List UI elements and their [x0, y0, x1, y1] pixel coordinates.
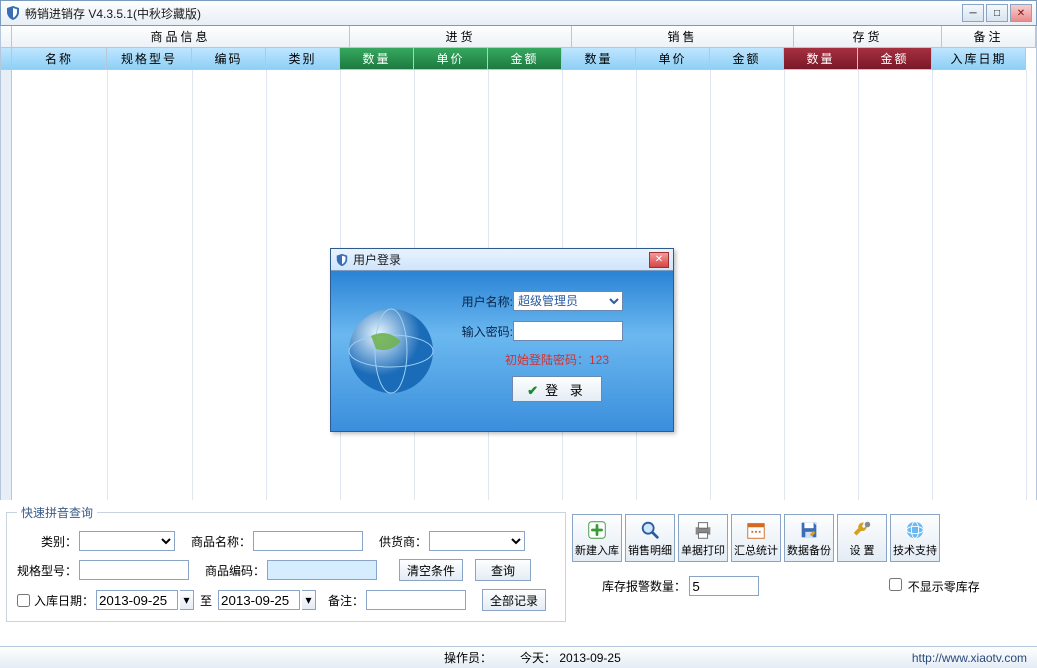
toolbtn-label: 单据打印 — [681, 542, 725, 558]
date-to-picker-icon[interactable]: ▾ — [302, 590, 316, 610]
column-header[interactable]: 金额 — [858, 48, 932, 70]
login-button[interactable]: ✔登 录 — [512, 376, 602, 402]
minimize-button[interactable]: ─ — [962, 4, 984, 22]
calendar-icon — [745, 519, 767, 541]
date-label: 入库日期： — [34, 592, 94, 609]
query-button[interactable]: 查询 — [475, 559, 531, 581]
date-checkbox[interactable] — [17, 594, 30, 607]
remark-label: 备注： — [328, 592, 364, 609]
supplier-label: 供货商： — [379, 533, 427, 550]
column-group: 备注 — [942, 26, 1036, 48]
column-header[interactable]: 金额 — [488, 48, 562, 70]
column-group: 进货 — [350, 26, 572, 48]
dialog-close-button[interactable]: ✕ — [649, 252, 669, 268]
print-button[interactable]: 单据打印 — [678, 514, 728, 562]
quick-search-panel: 快速拼音查询 类别： 商品名称： 供货商： 规格型号： 商品编码： 清空条件 查… — [6, 504, 566, 622]
all-records-button[interactable]: 全部记录 — [482, 589, 546, 611]
username-select[interactable]: 超级管理员 — [513, 291, 623, 311]
support-button[interactable]: 技术支持 — [890, 514, 940, 562]
product-name-input[interactable] — [253, 531, 363, 551]
magnifier-icon — [639, 519, 661, 541]
hide-zero-label: 不显示零库存 — [908, 580, 980, 594]
stat-button[interactable]: 汇总统计 — [731, 514, 781, 562]
dialog-app-icon — [335, 253, 349, 267]
toolbtn-label: 销售明细 — [628, 542, 672, 558]
column-header[interactable]: 单价 — [414, 48, 488, 70]
column-header[interactable]: 金额 — [710, 48, 784, 70]
column-header[interactable]: 数量 — [562, 48, 636, 70]
hide-zero-checkbox[interactable] — [889, 578, 902, 591]
login-dialog: 用户登录 ✕ 用户名称: 超级管理员 输入密码: 初始登陆 — [330, 248, 674, 432]
column-header[interactable]: 规格型号 — [107, 48, 192, 70]
operator-label: 操作员： — [444, 651, 492, 665]
wrench-icon — [851, 519, 873, 541]
dialog-title: 用户登录 — [353, 251, 649, 268]
password-label: 输入密码: — [455, 323, 513, 340]
column-group: 存货 — [794, 26, 942, 48]
column-header[interactable]: 入库日期 — [932, 48, 1026, 70]
column-header[interactable]: 单价 — [636, 48, 710, 70]
code-input[interactable] — [267, 560, 377, 580]
toolbtn-label: 技术支持 — [893, 542, 937, 558]
close-button[interactable]: ✕ — [1010, 4, 1032, 22]
date-from-input[interactable] — [96, 590, 178, 610]
plus-icon — [586, 519, 608, 541]
password-input[interactable] — [513, 321, 623, 341]
window-titlebar: 畅销进销存 V4.3.5.1(中秋珍藏版) ─ □ ✕ — [0, 0, 1037, 26]
printer-icon — [692, 519, 714, 541]
globe-icon — [904, 519, 926, 541]
column-group: 销售 — [572, 26, 794, 48]
remark-input[interactable] — [366, 590, 466, 610]
product-name-label: 商品名称： — [191, 533, 251, 550]
settings-button[interactable]: 设 置 — [837, 514, 887, 562]
toolbtn-label: 汇总统计 — [734, 542, 778, 558]
category-label: 类别： — [17, 533, 77, 550]
column-header[interactable]: 类别 — [266, 48, 340, 70]
quick-search-legend: 快速拼音查询 — [17, 504, 97, 521]
clear-button[interactable]: 清空条件 — [399, 559, 463, 581]
maximize-button[interactable]: □ — [986, 4, 1008, 22]
spec-label: 规格型号： — [17, 562, 77, 579]
column-header[interactable]: 名称 — [12, 48, 107, 70]
date-to-label: 至 — [200, 592, 212, 609]
new-button[interactable]: 新建入库 — [572, 514, 622, 562]
category-select[interactable] — [79, 531, 175, 551]
supplier-select[interactable] — [429, 531, 525, 551]
login-globe-image — [331, 271, 451, 431]
app-icon — [5, 5, 21, 21]
toolbtn-label: 设 置 — [849, 542, 874, 558]
window-title: 畅销进销存 V4.3.5.1(中秋珍藏版) — [25, 5, 962, 22]
column-header[interactable]: 数量 — [340, 48, 414, 70]
column-header[interactable]: 数量 — [784, 48, 858, 70]
status-url: http://www.xiaotv.com — [912, 651, 1027, 665]
stock-warn-input[interactable] — [689, 576, 759, 596]
username-label: 用户名称: — [455, 293, 513, 310]
column-header[interactable]: 编码 — [192, 48, 266, 70]
status-bar: 操作员： 今天： 2013-09-25 http://www.xiaotv.co… — [0, 646, 1037, 668]
backup-button[interactable]: 数据备份 — [784, 514, 834, 562]
password-hint: 初始登陆密码：123 — [455, 351, 659, 368]
today-label: 今天： — [520, 651, 556, 665]
action-toolbar: 新建入库销售明细单据打印汇总统计数据备份 设 置 技术支持 — [572, 504, 1031, 562]
detail-button[interactable]: 销售明细 — [625, 514, 675, 562]
toolbtn-label: 新建入库 — [575, 542, 619, 558]
spec-input[interactable] — [79, 560, 189, 580]
today-value: 2013-09-25 — [559, 651, 620, 665]
toolbtn-label: 数据备份 — [787, 542, 831, 558]
column-group: 商品信息 — [12, 26, 350, 48]
stock-warn-label: 库存报警数量： — [602, 580, 686, 594]
disk-icon — [798, 519, 820, 541]
code-label: 商品编码： — [205, 562, 265, 579]
date-from-picker-icon[interactable]: ▾ — [180, 590, 194, 610]
date-to-input[interactable] — [218, 590, 300, 610]
